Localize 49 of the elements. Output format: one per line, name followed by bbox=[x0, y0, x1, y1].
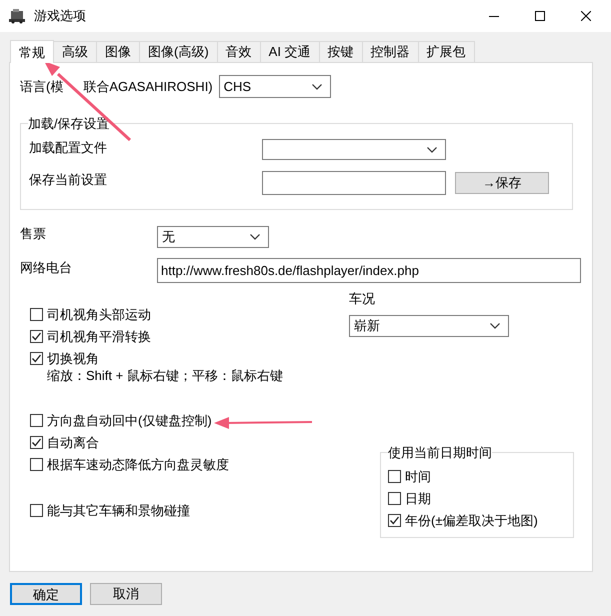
checkbox[interactable] bbox=[388, 470, 401, 483]
save-button[interactable]: →保存 bbox=[455, 172, 549, 194]
tab[interactable]: 图像(高级) bbox=[139, 41, 218, 62]
checkbox-label: 根据车速动态降低方向盘灵敏度 bbox=[47, 456, 229, 473]
field-label: 售票 bbox=[20, 225, 47, 244]
field-label: 保存当前设置 bbox=[29, 171, 108, 190]
checkbox-label: 方向盘自动回中(仅键盘控制) bbox=[47, 412, 212, 429]
app-icon bbox=[8, 8, 26, 24]
hint-text: 缩放：Shift + 鼠标右键；平移：鼠标右键 bbox=[47, 367, 283, 384]
chevron-icon bbox=[427, 146, 437, 152]
checkbox-label: 日期 bbox=[405, 490, 431, 507]
checkbox[interactable] bbox=[388, 492, 401, 505]
dialog-button[interactable]: 确定 bbox=[10, 583, 82, 605]
chevron-icon bbox=[490, 323, 500, 329]
close-icon bbox=[581, 11, 591, 21]
checkbox-label: 司机视角头部运动 bbox=[47, 306, 151, 323]
checkbox[interactable] bbox=[388, 514, 401, 527]
dropdown[interactable] bbox=[262, 139, 446, 160]
input-field[interactable] bbox=[262, 171, 446, 195]
window-title: 游戏选项 bbox=[34, 7, 86, 26]
chevron-icon bbox=[312, 84, 322, 90]
dropdown[interactable]: 崭新 bbox=[349, 315, 509, 337]
field-label: 语言(模 bbox=[20, 78, 64, 96]
checkbox-label: 自动离合 bbox=[47, 434, 99, 451]
checkbox-label: 能与其它车辆和景物碰撞 bbox=[47, 502, 190, 519]
field-label: 网络电台 bbox=[20, 258, 73, 277]
dropdown[interactable]: CHS bbox=[218, 75, 331, 98]
tab[interactable]: 常规 bbox=[10, 40, 54, 63]
maximize-icon bbox=[535, 11, 545, 21]
url-field[interactable]: http://www.fresh80s.de/flashplayer/index.php bbox=[157, 258, 581, 283]
checkbox-label: 司机视角平滑转换 bbox=[47, 328, 151, 345]
field-label: 加载配置文件 bbox=[29, 138, 108, 157]
checkbox[interactable] bbox=[30, 504, 43, 517]
group-title: 使用当前日期时间 bbox=[388, 444, 492, 461]
checkbox[interactable] bbox=[30, 352, 43, 365]
checkbox[interactable] bbox=[30, 458, 43, 471]
checkbox[interactable] bbox=[30, 436, 43, 449]
checkbox-label: 年份(±偏差取决于地图) bbox=[405, 512, 538, 529]
field-label: 联合AGASAHIROSHI) bbox=[83, 78, 213, 96]
checkbox-label: 时间 bbox=[405, 468, 431, 485]
checkbox[interactable] bbox=[30, 308, 43, 321]
checkbox-label: 切换视角 bbox=[47, 350, 100, 367]
dialog-button[interactable]: 取消 bbox=[90, 583, 162, 605]
tab[interactable]: 扩展包 bbox=[418, 41, 475, 62]
field-label: 车况 bbox=[349, 290, 376, 308]
checkbox[interactable] bbox=[30, 414, 43, 427]
dropdown[interactable]: 无 bbox=[157, 226, 269, 248]
chevron-icon bbox=[250, 234, 260, 240]
checkbox[interactable] bbox=[30, 330, 43, 343]
